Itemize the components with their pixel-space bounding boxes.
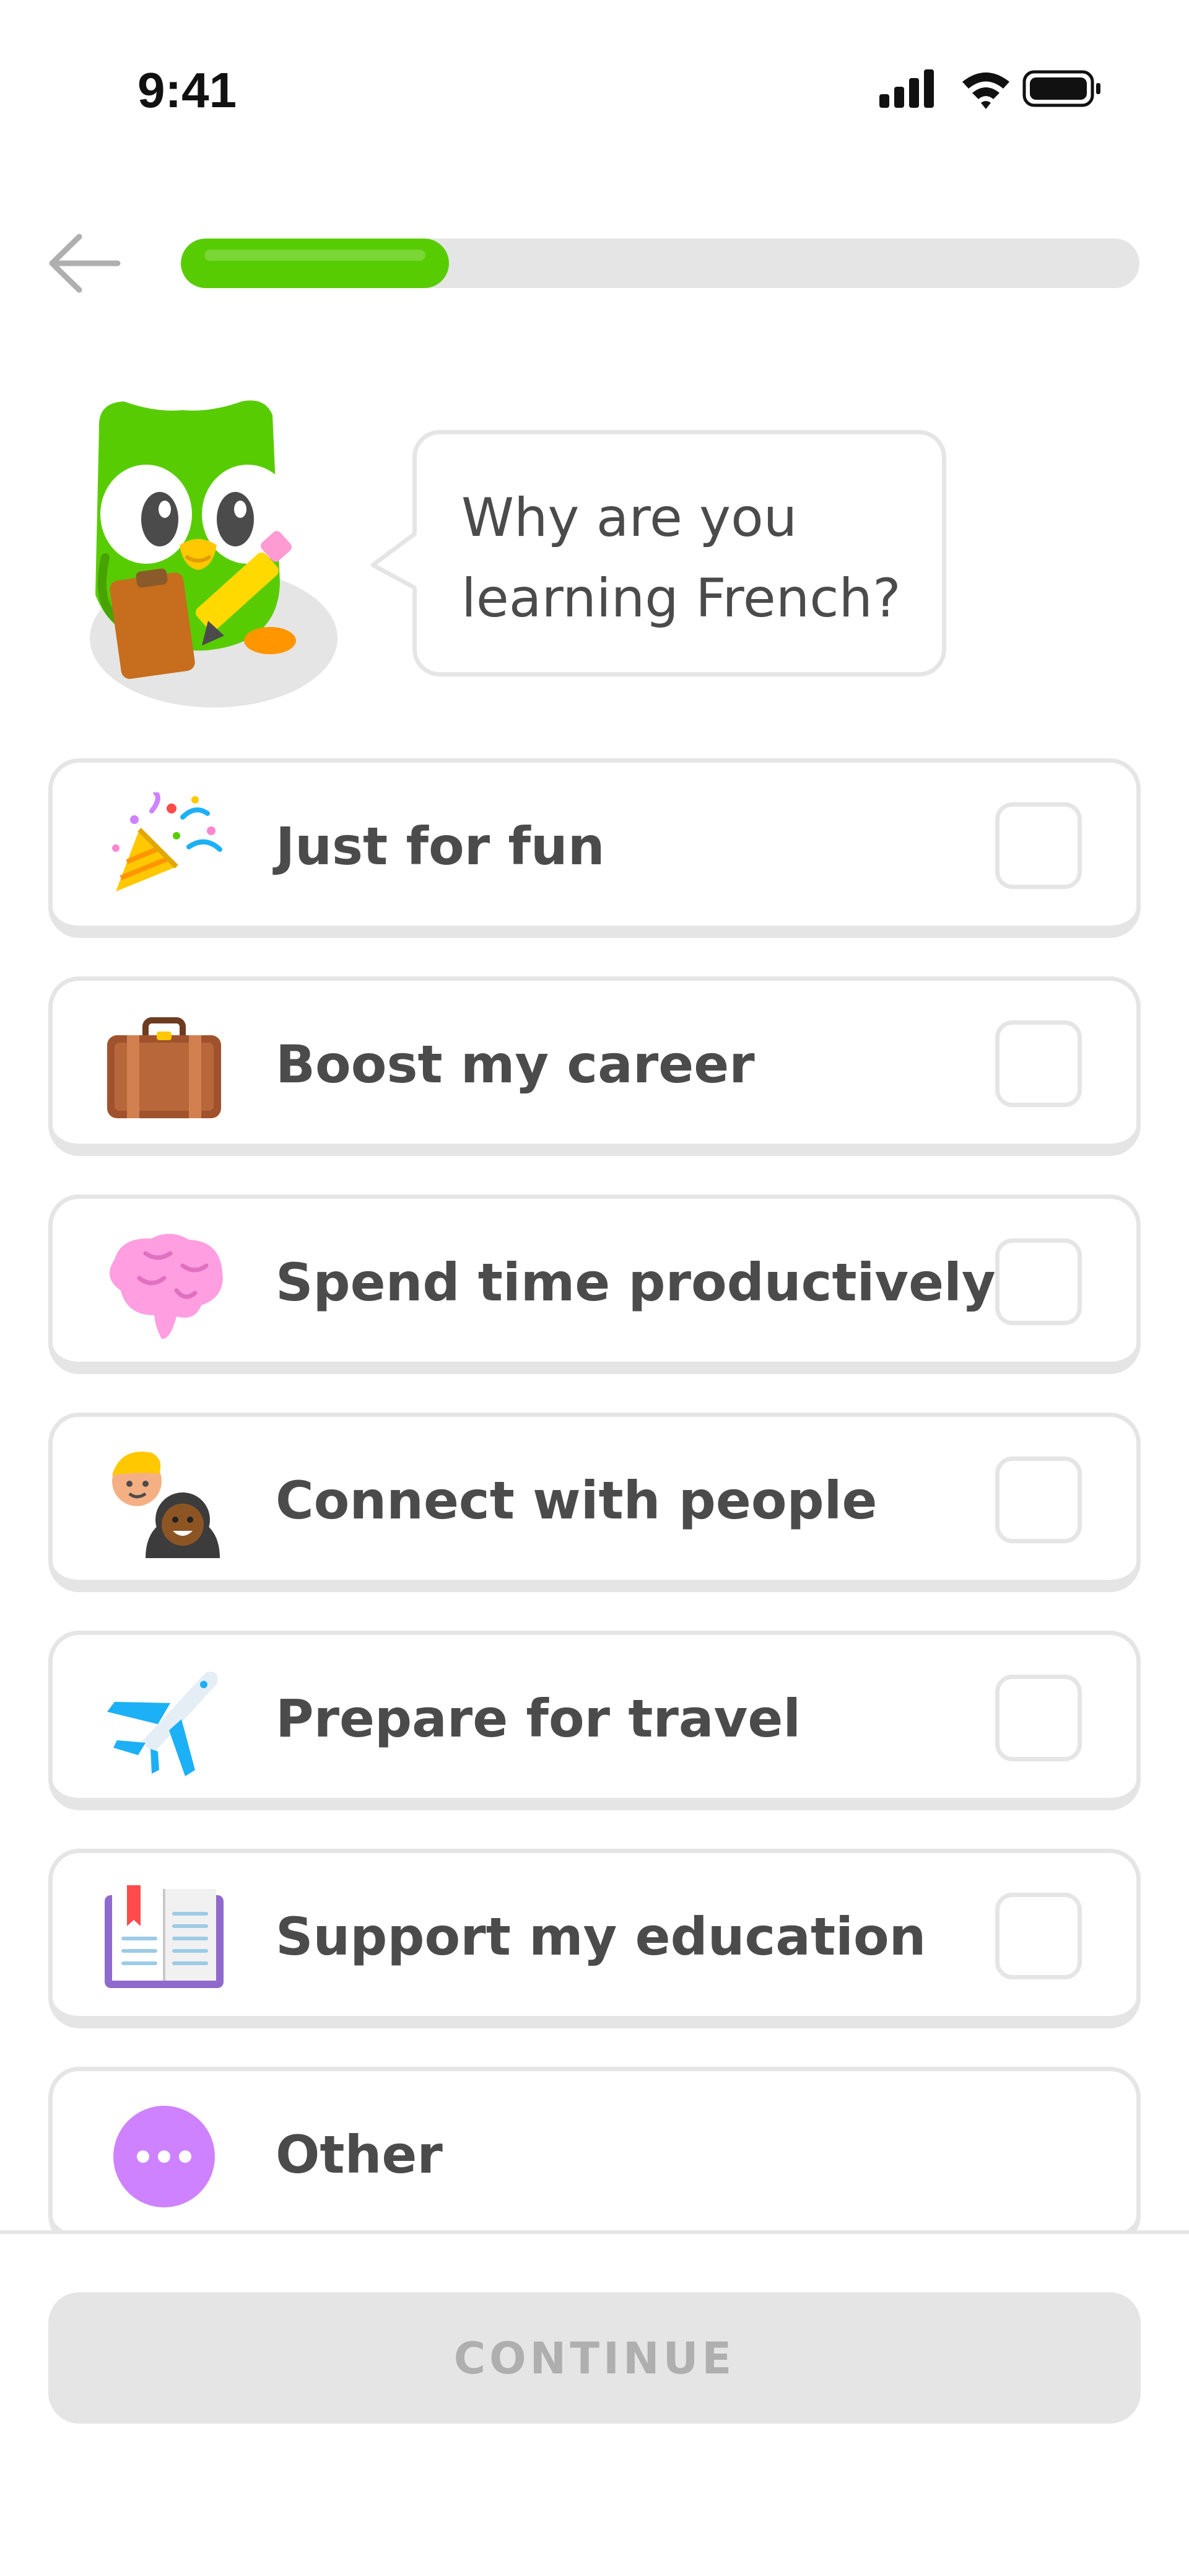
header — [0, 211, 1189, 316]
arrow-left-icon — [49, 234, 121, 293]
back-button[interactable] — [43, 229, 130, 297]
bubble-tail — [370, 533, 421, 589]
progress-shine — [204, 250, 425, 261]
question-line-1: Why are you — [461, 487, 798, 549]
option-other[interactable]: Other — [48, 2067, 1141, 2246]
option-checkbox[interactable] — [995, 1893, 1082, 1979]
question-line-2: learning French? — [461, 567, 901, 629]
airplane-icon — [107, 1671, 218, 1776]
option-checkbox[interactable] — [995, 1675, 1082, 1761]
people-icon — [112, 1452, 220, 1558]
option-label: Spend time productively — [276, 1252, 996, 1313]
option-support-my-education[interactable]: Support my education — [48, 1849, 1141, 2028]
option-label: Connect with people — [276, 1470, 878, 1531]
option-checkbox[interactable] — [995, 802, 1082, 889]
option-just-for-fun[interactable]: Just for fun — [48, 758, 1141, 938]
question-text: Why are you learning French? — [461, 478, 932, 639]
briefcase-icon — [107, 1017, 221, 1118]
option-label: Other — [276, 2124, 443, 2185]
continue-button[interactable]: CONTINUE — [48, 2292, 1141, 2424]
brain-icon — [110, 1233, 223, 1339]
progress-bar — [181, 239, 1139, 288]
signal-icon — [879, 69, 934, 108]
status-time: 9:41 — [137, 63, 237, 118]
owl-mascot — [90, 400, 338, 708]
option-connect-with-people[interactable]: Connect with people — [48, 1413, 1141, 1592]
option-boost-my-career[interactable]: Boost my career — [48, 976, 1141, 1156]
status-bar: 9:41 — [0, 0, 1189, 173]
progress-fill — [181, 239, 449, 288]
wifi-icon — [962, 72, 1009, 109]
option-label: Prepare for travel — [276, 1688, 801, 1749]
speech-bubble: Why are you learning French? — [412, 430, 946, 677]
status-icons — [879, 69, 1100, 109]
book-icon — [105, 1885, 224, 1988]
option-checkbox[interactable] — [995, 1238, 1082, 1325]
option-label: Boost my career — [276, 1034, 755, 1095]
option-spend-time-productively[interactable]: Spend time productively — [48, 1194, 1141, 1374]
party-popper-icon — [112, 792, 222, 892]
option-checkbox[interactable] — [995, 1020, 1082, 1107]
battery-icon — [1022, 70, 1100, 107]
option-prepare-for-travel[interactable]: Prepare for travel — [48, 1631, 1141, 1810]
option-label: Support my education — [276, 1906, 926, 1967]
option-label: Just for fun — [276, 816, 605, 877]
option-checkbox[interactable] — [995, 1457, 1082, 1543]
more-dots-icon — [113, 2106, 215, 2207]
